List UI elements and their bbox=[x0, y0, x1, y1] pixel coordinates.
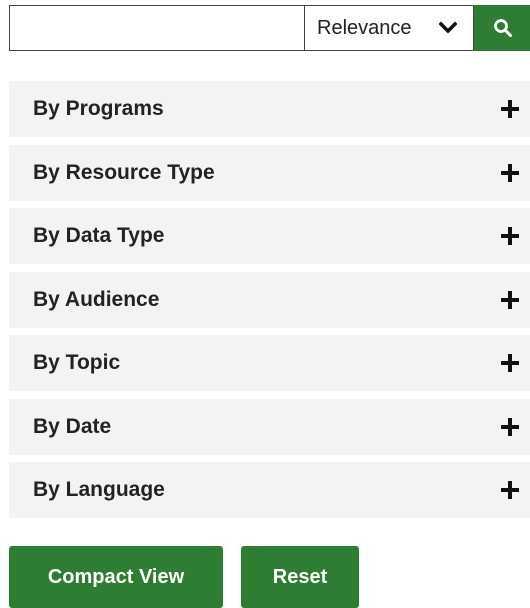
facet-list: By Programs By Resource Type By Data Typ… bbox=[9, 81, 530, 526]
plus-icon bbox=[501, 100, 519, 118]
facet-topic[interactable]: By Topic bbox=[9, 335, 530, 391]
facet-audience[interactable]: By Audience bbox=[9, 271, 530, 328]
facet-date[interactable]: By Date bbox=[9, 398, 530, 455]
facet-label: By Programs bbox=[33, 97, 164, 120]
facet-language[interactable]: By Language bbox=[9, 462, 530, 518]
plus-icon bbox=[501, 163, 519, 182]
sort-select-value: Relevance bbox=[317, 16, 412, 39]
compact-view-button[interactable]: Compact View bbox=[9, 546, 223, 608]
chevron-down-icon bbox=[439, 21, 457, 34]
search-bar: Relevance bbox=[9, 5, 530, 51]
action-buttons: Compact View Reset bbox=[9, 546, 359, 608]
plus-icon bbox=[501, 417, 519, 436]
reset-button[interactable]: Reset bbox=[241, 546, 359, 608]
search-icon bbox=[493, 19, 512, 37]
facet-label: By Data Type bbox=[33, 224, 165, 247]
plus-icon bbox=[501, 290, 519, 309]
facet-label: By Language bbox=[33, 478, 165, 501]
search-input[interactable] bbox=[9, 5, 304, 51]
search-button[interactable] bbox=[474, 5, 530, 51]
facet-data-type[interactable]: By Data Type bbox=[9, 208, 530, 264]
facet-label: By Date bbox=[33, 414, 112, 438]
sort-select[interactable]: Relevance bbox=[304, 5, 474, 51]
facet-resource-type[interactable]: By Resource Type bbox=[9, 144, 530, 201]
plus-icon bbox=[501, 481, 519, 499]
facet-label: By Audience bbox=[33, 287, 160, 311]
facet-label: By Resource Type bbox=[33, 160, 215, 184]
facet-label: By Topic bbox=[33, 351, 121, 374]
plus-icon bbox=[501, 227, 519, 245]
plus-icon bbox=[501, 354, 519, 372]
facet-programs[interactable]: By Programs bbox=[9, 81, 530, 137]
